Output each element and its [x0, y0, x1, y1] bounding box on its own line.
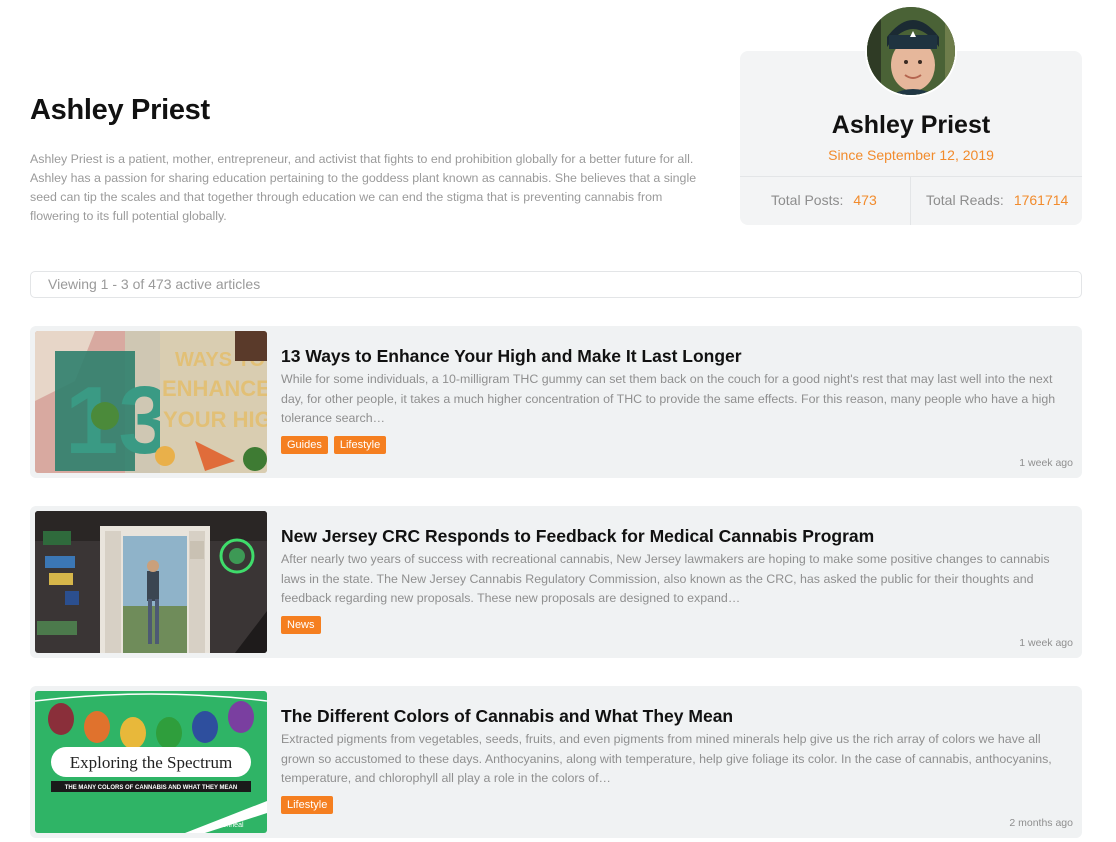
profile-stat-divider: [910, 176, 911, 225]
article-title[interactable]: New Jersey CRC Responds to Feedback for …: [281, 526, 874, 547]
thumb-title: Exploring the Spectrum: [70, 753, 232, 772]
article-card[interactable]: New Jersey CRC Responds to Feedback for …: [30, 506, 1082, 658]
article-excerpt: Extracted pigments from vegetables, seed…: [281, 732, 1052, 785]
author-name: Ashley Priest: [30, 94, 210, 126]
article-card[interactable]: Exploring the Spectrum THE MANY COLORS O…: [30, 686, 1082, 838]
thumb-subtitle: THE MANY COLORS OF CANNABIS AND WHAT THE…: [65, 785, 237, 791]
article-timestamp: 1 week ago: [1019, 457, 1073, 469]
article-thumbnail[interactable]: [35, 511, 267, 653]
avatar-photo: [867, 7, 955, 95]
total-reads-stat: Total Reads: 1761714: [926, 192, 1068, 208]
profile-since-date: Since September 12, 2019: [828, 147, 994, 163]
avatar: [865, 5, 957, 97]
profile-divider: [740, 176, 1082, 177]
tag-guides[interactable]: Guides: [281, 436, 328, 454]
thumb-brand: veriheal: [219, 822, 244, 829]
author-bio: Ashley Priest is a patient, mother, entr…: [30, 152, 697, 223]
total-posts-stat: Total Posts: 473: [771, 192, 877, 208]
total-posts-label: Total Posts:: [771, 192, 844, 208]
article-thumbnail[interactable]: Exploring the Spectrum THE MANY COLORS O…: [35, 691, 267, 833]
viewing-count: Viewing 1 - 3 of 473 active articles: [30, 271, 1082, 298]
article-excerpt: After nearly two years of success with r…: [281, 552, 1050, 605]
profile-name: Ashley Priest: [831, 111, 991, 139]
article-tags: Guides Lifestyle: [281, 436, 387, 454]
article-thumbnail[interactable]: 13 WAYS TO ENHANCE YOUR HIGH: [35, 331, 267, 473]
tag-lifestyle[interactable]: Lifestyle: [281, 796, 334, 814]
article-card[interactable]: 13 WAYS TO ENHANCE YOUR HIGH 13 Ways to …: [30, 326, 1082, 478]
article-excerpt: While for some individuals, a 10-milligr…: [281, 372, 1056, 425]
thumb-line-3: YOUR HIGH: [163, 407, 267, 432]
total-reads-value: 1761714: [1013, 192, 1069, 208]
article-tags: Lifestyle: [281, 796, 334, 814]
tag-lifestyle[interactable]: Lifestyle: [333, 436, 387, 454]
article-title[interactable]: 13 Ways to Enhance Your High and Make It…: [281, 346, 742, 367]
tag-news[interactable]: News: [281, 616, 321, 634]
total-reads-label: Total Reads:: [926, 192, 1004, 208]
article-title[interactable]: The Different Colors of Cannabis and Wha…: [281, 706, 733, 727]
total-posts-value: 473: [853, 192, 877, 208]
article-timestamp: 1 week ago: [1019, 637, 1073, 649]
article-timestamp: 2 months ago: [1009, 817, 1073, 829]
thumb-line-2: ENHANCE: [162, 376, 267, 401]
article-tags: News: [281, 616, 321, 634]
